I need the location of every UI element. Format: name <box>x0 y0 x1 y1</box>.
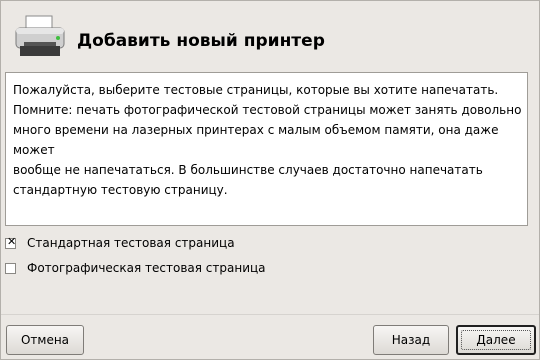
check-mark-icon: ✕ <box>7 234 17 248</box>
cancel-button[interactable]: Отмена <box>6 325 84 355</box>
photo-test-page-checkbox[interactable] <box>5 262 16 274</box>
standard-test-page-label[interactable]: Стандартная тестовая страница <box>27 236 235 250</box>
dialog-title: Добавить новый принтер <box>77 31 325 51</box>
dialog-window: Добавить новый принтер Пожалуйста, выбер… <box>0 0 540 360</box>
printer-icon <box>15 15 65 56</box>
back-button-label: Назад <box>391 333 431 347</box>
button-bar-separator <box>1 314 539 315</box>
option-standard-test-page[interactable]: ✕ Стандартная тестовая страница <box>5 234 235 252</box>
next-button[interactable]: Далее <box>456 325 536 355</box>
description-text: Пожалуйста, выберите тестовые страницы, … <box>5 72 528 226</box>
back-button[interactable]: Назад <box>373 325 449 355</box>
photo-test-page-label[interactable]: Фотографическая тестовая страница <box>27 261 266 275</box>
description-scroll-area <box>528 72 537 226</box>
focus-ring <box>461 330 531 350</box>
cancel-button-label: Отмена <box>20 333 70 347</box>
option-photo-test-page[interactable]: Фотографическая тестовая страница <box>5 259 266 277</box>
standard-test-page-checkbox[interactable]: ✕ <box>5 234 17 249</box>
dialog-header: Добавить новый принтер <box>1 1 539 70</box>
